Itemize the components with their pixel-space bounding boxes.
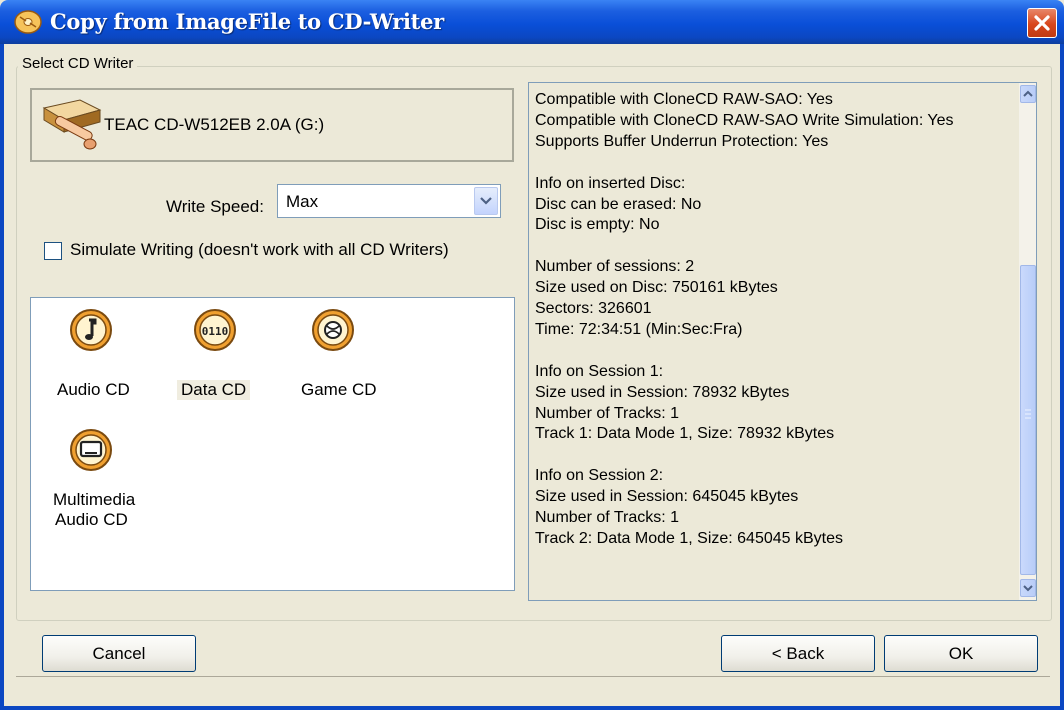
game-ball-icon — [312, 309, 354, 351]
mode-data-cd[interactable]: 0110 Data CD — [171, 308, 271, 400]
info-line: Number of Tracks: 1 — [535, 404, 680, 422]
copy-mode-list: Audio CD 0110 Data CD Game CD Multimedia… — [30, 297, 515, 591]
info-line: Track 2: Data Mode 1, Size: 645045 kByte… — [535, 529, 844, 547]
status-bar — [16, 678, 1050, 704]
window-title: Copy from ImageFile to CD-Writer — [50, 9, 444, 34]
simulate-writing-checkbox[interactable] — [44, 242, 62, 260]
info-line: Size used on Disc: 750161 kBytes — [535, 279, 778, 297]
write-speed-value: Max — [286, 192, 319, 211]
cancel-button[interactable]: Cancel — [42, 635, 196, 672]
close-icon — [1034, 15, 1050, 31]
info-line: Size used in Session: 78932 kBytes — [535, 383, 790, 401]
drive-name: TEAC CD-W512EB 2.0A (G:) — [104, 115, 325, 134]
info-line: Time: 72:34:51 (Min:Sec:Fra) — [535, 320, 743, 338]
mode-label: Audio CD — [55, 510, 128, 529]
info-line: Supports Buffer Underrun Protection: Yes — [535, 132, 829, 150]
ok-button[interactable]: OK — [884, 635, 1038, 672]
music-note-icon — [70, 309, 112, 351]
dropdown-button[interactable] — [474, 187, 498, 215]
info-line: Info on Session 1: — [535, 362, 664, 380]
mode-label: Audio CD — [57, 380, 130, 399]
info-line: Compatible with CloneCD RAW-SAO: Yes — [535, 91, 833, 108]
scroll-down-button[interactable] — [1020, 579, 1036, 597]
close-button[interactable] — [1027, 8, 1057, 38]
vertical-scrollbar[interactable] — [1019, 83, 1036, 600]
title-bar: Copy from ImageFile to CD-Writer — [0, 0, 1064, 44]
info-line: Disc can be erased: No — [535, 195, 702, 213]
mode-game-cd[interactable]: Game CD — [293, 308, 393, 399]
info-line: Sectors: 326601 — [535, 300, 652, 317]
write-speed-select[interactable]: Max — [277, 184, 501, 218]
mode-audio-cd[interactable]: Audio CD — [51, 308, 141, 399]
scroll-thumb[interactable] — [1020, 265, 1036, 575]
scroll-up-button[interactable] — [1020, 85, 1036, 103]
drive-info-text[interactable]: Compatible with CloneCD RAW-SAO: Yes Comp… — [528, 82, 1037, 601]
info-line: Info on Session 2: — [535, 467, 664, 485]
grip-icon — [1025, 409, 1031, 419]
cd-drive-icon — [42, 99, 102, 150]
mode-label: Data CD — [177, 380, 251, 400]
info-line: Info on inserted Disc: — [535, 174, 686, 192]
mode-label: Game CD — [301, 380, 377, 399]
mode-label: Multimedia — [53, 490, 136, 509]
write-speed-label: Write Speed: — [166, 197, 264, 216]
mode-multimedia-audio-cd[interactable]: Multimedia Audio CD — [51, 428, 151, 538]
binary-data-icon: 0110 — [194, 309, 236, 351]
chevron-down-icon — [480, 197, 492, 205]
svg-text:0110: 0110 — [202, 325, 229, 338]
cd-copy-icon — [14, 10, 42, 34]
back-button[interactable]: < Back — [721, 635, 875, 672]
drive-selector[interactable]: TEAC CD-W512EB 2.0A (G:) — [30, 88, 514, 162]
monitor-icon — [70, 429, 112, 471]
chevron-down-icon — [1023, 585, 1033, 592]
chevron-up-icon — [1023, 90, 1033, 97]
simulate-writing-label[interactable]: Simulate Writing (doesn't work with all … — [70, 240, 449, 260]
info-line: Number of sessions: 2 — [535, 258, 695, 276]
info-line: Number of Tracks: 1 — [535, 509, 680, 526]
group-label: Select CD Writer — [18, 55, 138, 72]
info-line: Track 1: Data Mode 1, Size: 78932 kBytes — [535, 425, 835, 443]
info-line: Compatible with CloneCD RAW-SAO Write Si… — [535, 111, 954, 129]
info-line: Disc is empty: No — [535, 216, 660, 234]
info-line: Size used in Session: 645045 kBytes — [535, 488, 799, 506]
